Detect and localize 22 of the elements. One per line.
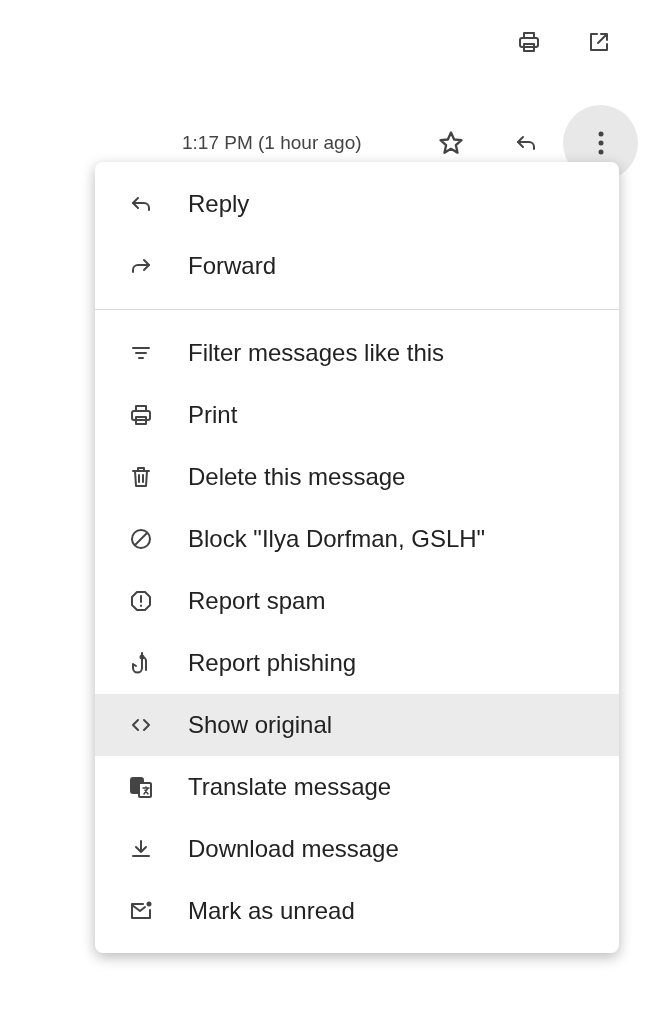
menu-item[interactable]: Download message (95, 818, 619, 880)
print-icon (517, 30, 541, 54)
external-link-icon (587, 30, 611, 54)
menu-item[interactable]: Report spam (95, 570, 619, 632)
more-vertical-icon (597, 131, 604, 155)
print-icon (129, 403, 153, 427)
menu-item[interactable]: Forward (95, 235, 619, 297)
report-icon (129, 589, 153, 613)
menu-item[interactable]: Translate message (95, 756, 619, 818)
star-icon (437, 129, 466, 157)
block-icon (129, 527, 153, 551)
menu-item[interactable]: Mark as unread (95, 880, 619, 942)
menu-item[interactable]: Print (95, 384, 619, 446)
message-time: 1:17 PM (1 hour ago) (182, 132, 363, 154)
trash-icon (129, 465, 153, 489)
menu-item[interactable]: Report phishing (95, 632, 619, 694)
menu-item[interactable]: Show original (95, 694, 619, 756)
menu-item[interactable]: Delete this message (95, 446, 619, 508)
translate-icon (129, 775, 153, 799)
menu-item[interactable]: Block "Ilya Dorfman, GSLH" (95, 508, 619, 570)
menu-item[interactable]: Filter messages like this (95, 322, 619, 384)
menu-item[interactable]: Reply (95, 173, 619, 235)
